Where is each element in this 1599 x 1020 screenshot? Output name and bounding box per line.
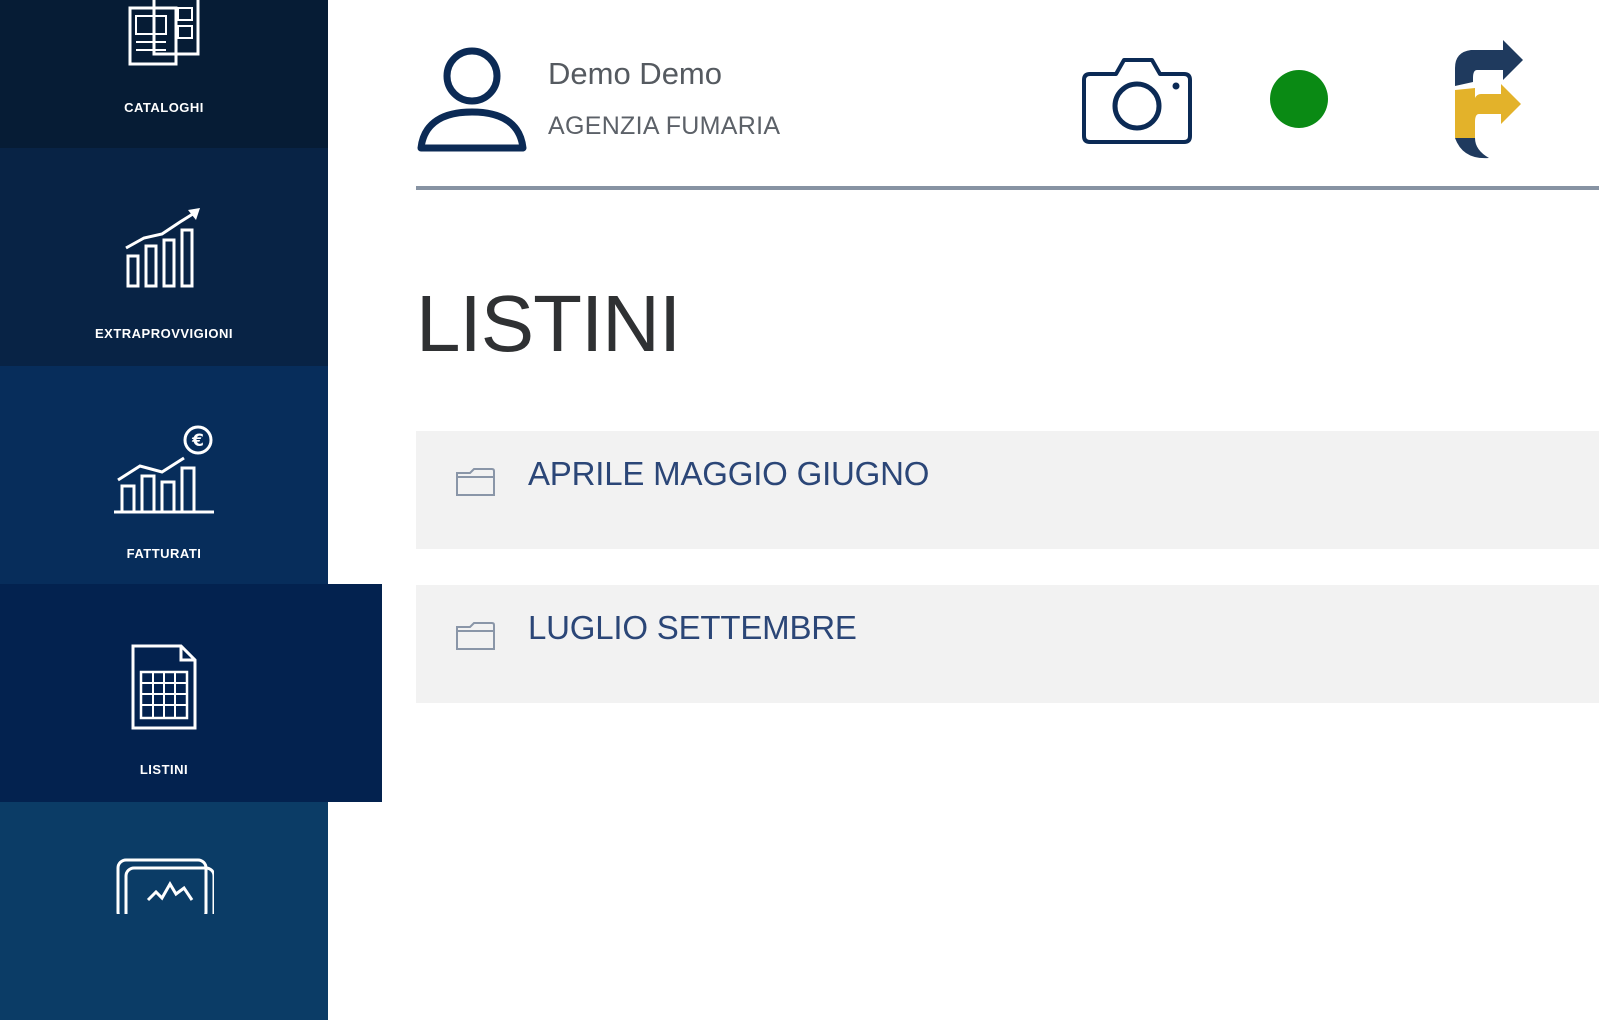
folder-item[interactable]: APRILE MAGGIO GIUGNO: [416, 431, 1599, 549]
sidebar-item-dashboard[interactable]: [0, 802, 328, 1020]
svg-text:€: €: [191, 431, 204, 451]
folder-item[interactable]: LUGLIO SETTEMBRE: [416, 585, 1599, 703]
sidebar-item-extraprovvigioni[interactable]: EXTRAPROVVIGIONI: [0, 148, 328, 366]
sidebar-item-label: LISTINI: [139, 762, 189, 777]
folder-label: APRILE MAGGIO GIUGNO: [528, 455, 930, 492]
user-icon: [417, 47, 527, 152]
dashboard-icon: [116, 858, 214, 914]
header: Demo Demo AGENZIA FUMARIA: [416, 0, 1599, 190]
sidebar-item-listini[interactable]: LISTINI: [0, 584, 382, 802]
sidebar: CATALOGHI EXTRAPROVVIGIONI € FATTURATI L…: [0, 0, 382, 1020]
camera-icon[interactable]: [1080, 52, 1194, 146]
header-divider: [416, 186, 1599, 190]
folder-label: LUGLIO SETTEMBRE: [528, 609, 857, 646]
sidebar-item-fatturati[interactable]: € FATTURATI: [0, 366, 328, 584]
sidebar-item-cataloghi[interactable]: CATALOGHI: [0, 0, 328, 148]
page-title: LISTINI: [416, 279, 681, 368]
sidebar-item-label: CATALOGHI: [124, 100, 204, 115]
sidebar-item-label: FATTURATI: [126, 546, 202, 561]
status-indicator: [1270, 70, 1328, 128]
folder-list: APRILE MAGGIO GIUGNO LUGLIO SETTEMBRE: [416, 431, 1599, 739]
spreadsheet-icon: [131, 644, 197, 730]
brand-logo: [1455, 40, 1523, 159]
folder-icon: [456, 468, 495, 496]
sidebar-item-label: EXTRAPROVVIGIONI: [94, 326, 234, 341]
user-name: Demo Demo: [548, 56, 722, 91]
revenue-chart-icon: €: [114, 425, 214, 514]
catalog-icon: [128, 0, 200, 66]
user-organization: AGENZIA FUMARIA: [548, 112, 781, 140]
folder-icon: [456, 622, 495, 650]
growth-chart-icon: [125, 208, 200, 288]
